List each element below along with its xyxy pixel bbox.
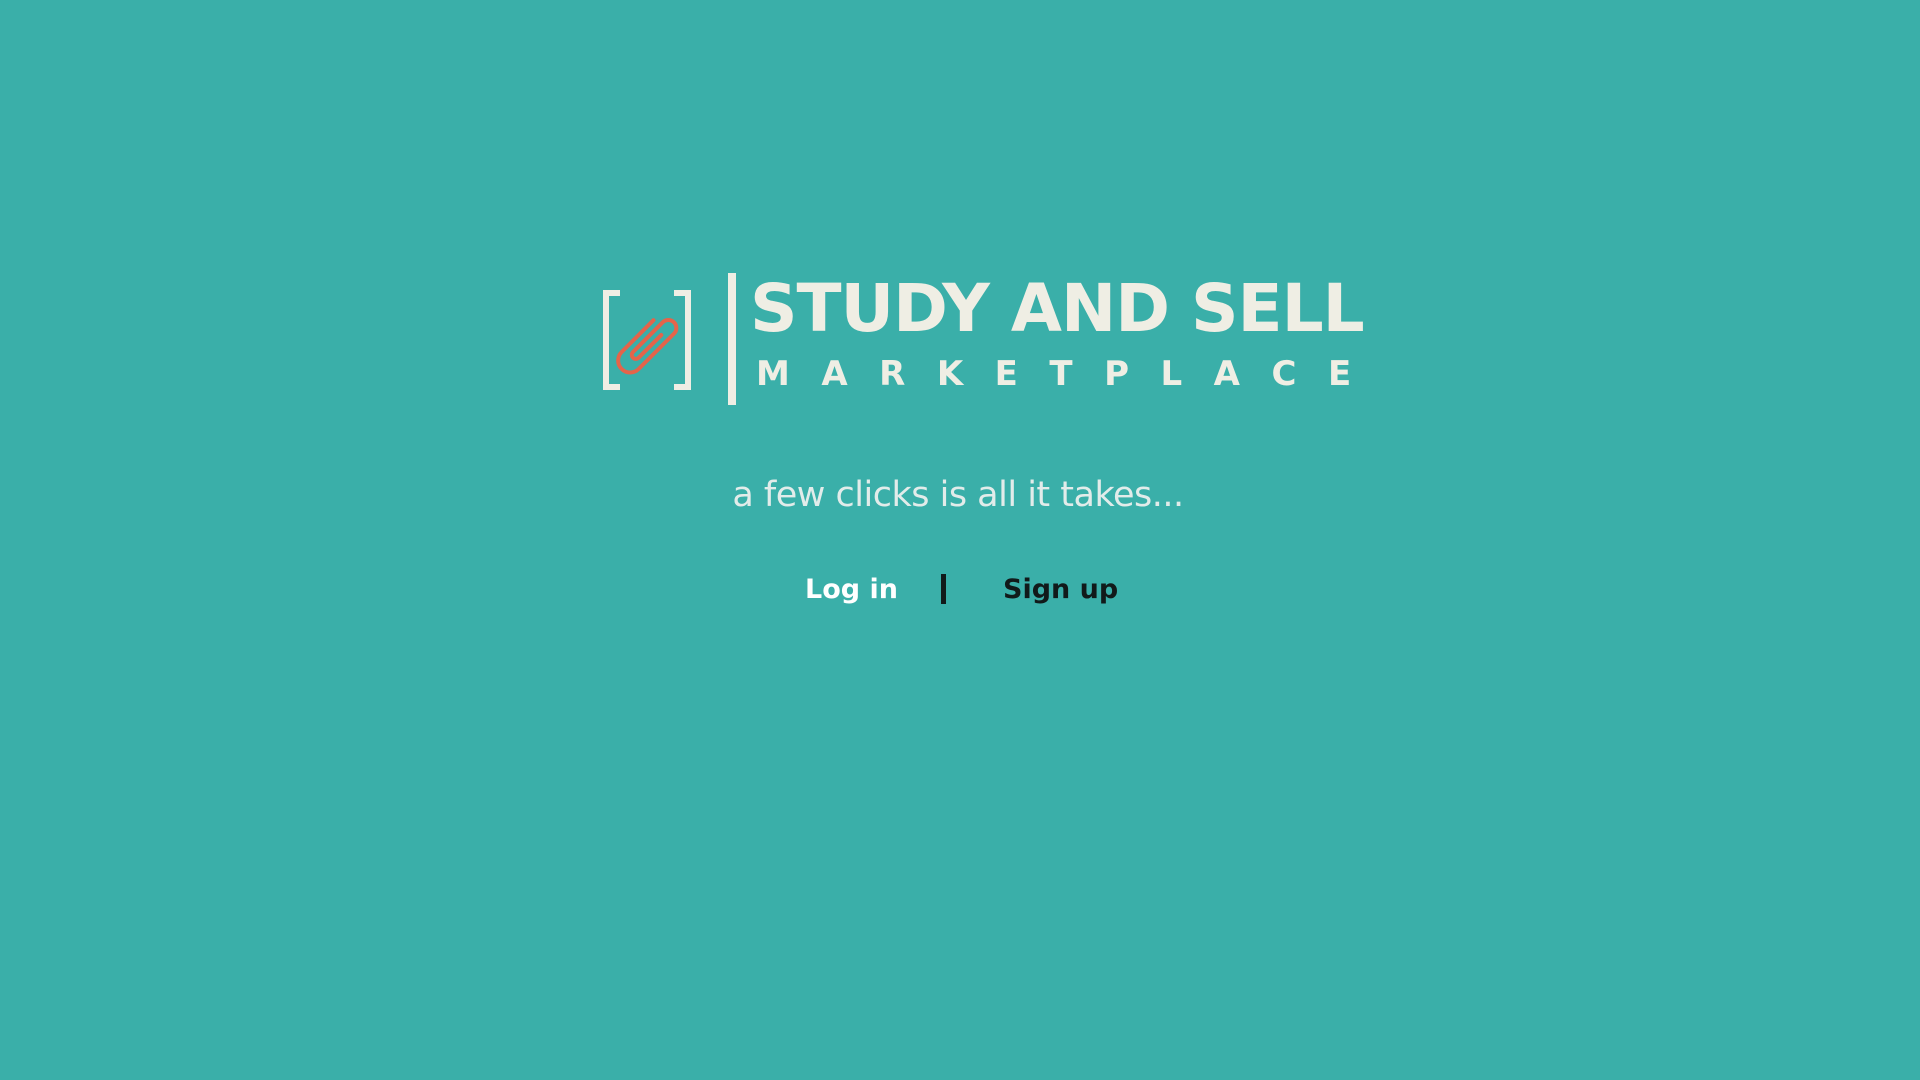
brand-subtitle: MARKETPLACE [756, 354, 1383, 394]
logo-divider [728, 273, 736, 405]
paperclip-in-brackets-icon [603, 290, 691, 390]
signup-link[interactable]: Sign up [1003, 570, 1118, 610]
brand-title: STUDY AND SELL [750, 270, 1365, 347]
tagline: a few clicks is all it takes... [732, 475, 1184, 515]
auth-separator [941, 574, 946, 604]
site-logo: STUDY AND SELL MARKETPLACE [600, 270, 1365, 410]
auth-links: Log in Sign up [0, 570, 1920, 610]
login-link[interactable]: Log in [805, 570, 898, 610]
landing-page: STUDY AND SELL MARKETPLACE a few clicks … [0, 0, 1920, 1080]
